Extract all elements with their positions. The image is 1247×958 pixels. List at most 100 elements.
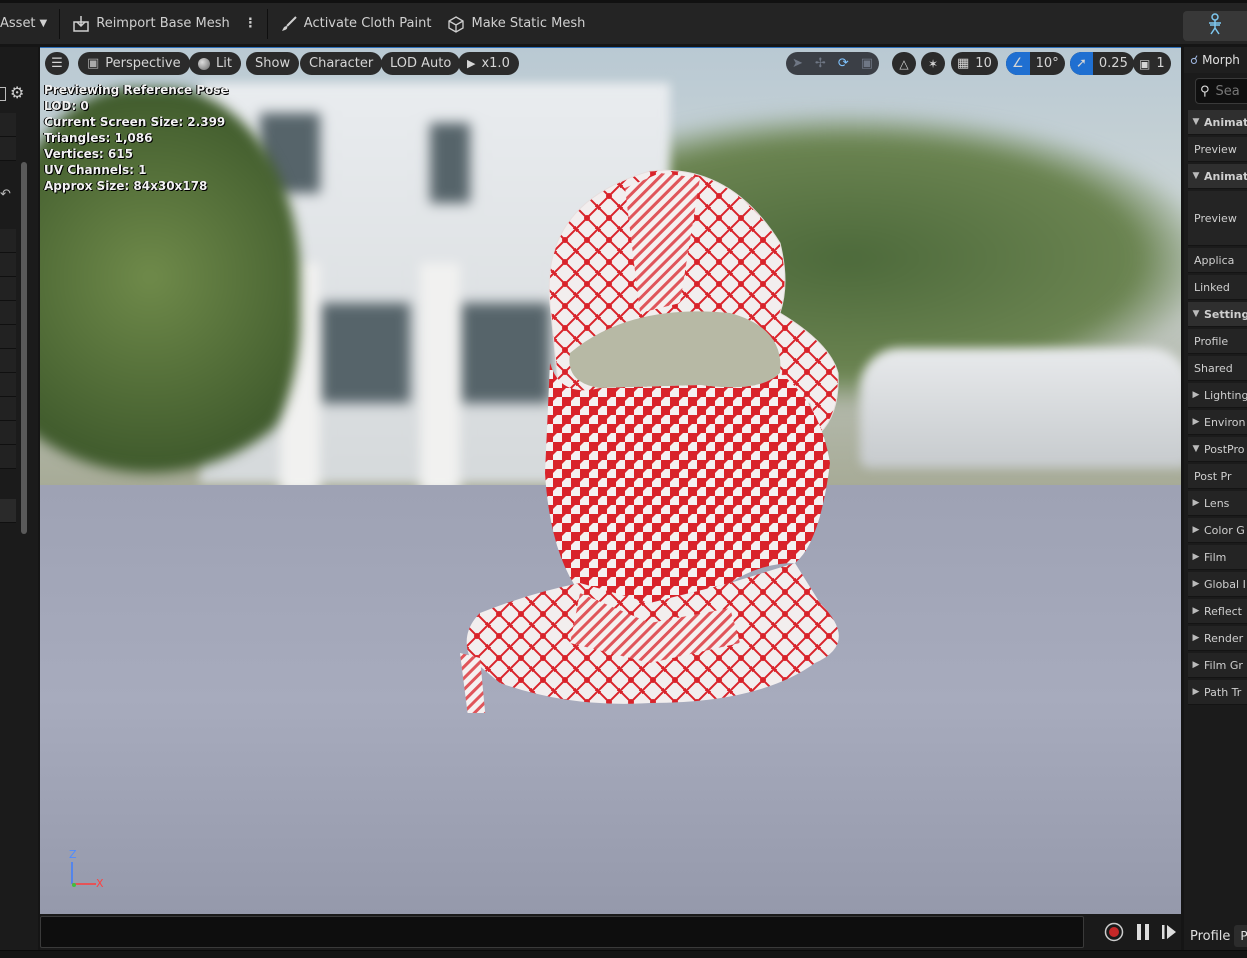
reimport-base-mesh-button[interactable]: Reimport Base Mesh	[64, 3, 238, 44]
expand-arrow-icon[interactable]: ▶	[1188, 525, 1204, 535]
asset-menu[interactable]: Asset ▼	[0, 3, 55, 44]
details-property-row[interactable]: Post Pr	[1188, 464, 1247, 489]
morph-target-tab[interactable]: ☌ Morph	[1184, 47, 1247, 73]
details-property-row[interactable]: Linked	[1188, 275, 1247, 300]
expand-arrow-icon[interactable]: ▶	[1188, 633, 1204, 643]
grid-snap-button[interactable]: ▦ 10	[951, 52, 998, 75]
left-panel-row[interactable]	[0, 277, 16, 301]
details-property-row[interactable]: ▶ Color G	[1188, 518, 1247, 543]
details-category-header[interactable]: ▼ Setting	[1188, 302, 1247, 327]
details-row-label: Render	[1204, 631, 1244, 645]
details-property-row[interactable]: ▶ Path Tr	[1188, 680, 1247, 705]
more-options-icon[interactable]: ⋮	[238, 3, 263, 44]
details-property-row[interactable]: ▶ Global I	[1188, 572, 1247, 597]
show-button[interactable]: Show	[246, 52, 300, 75]
details-property-row[interactable]: ▶ Film	[1188, 545, 1247, 570]
left-panel-row[interactable]	[0, 421, 16, 445]
expand-arrow-icon[interactable]: ▶	[1188, 606, 1204, 616]
left-panel-row[interactable]	[0, 113, 16, 137]
profile-dropdown[interactable]: Pr	[1234, 925, 1247, 947]
surface-snap-button[interactable]: ✶	[921, 52, 945, 75]
timeline-scrubber[interactable]	[40, 916, 1084, 948]
undo-icon[interactable]: ↶	[0, 187, 11, 202]
expand-arrow-icon[interactable]: ▶	[1188, 687, 1204, 697]
left-panel-row[interactable]	[0, 373, 16, 397]
rotation-snap-button[interactable]: ∠ 10°	[1006, 52, 1065, 75]
activate-cloth-paint-button[interactable]: Activate Cloth Paint	[272, 3, 440, 44]
left-panel-row[interactable]	[0, 137, 16, 161]
details-category-header[interactable]: ▼ Animat	[1188, 164, 1247, 189]
settings-gear-icon[interactable]: ⚙	[10, 83, 24, 102]
axis-z-label: Z	[69, 848, 77, 861]
record-button[interactable]	[1104, 922, 1124, 942]
skeleton-mode-button[interactable]	[1183, 11, 1247, 41]
collapse-arrow-icon[interactable]: ▼	[1188, 309, 1204, 319]
expand-arrow-icon[interactable]: ▶	[1188, 498, 1204, 508]
collapse-arrow-icon[interactable]: ▼	[1188, 117, 1204, 127]
camera-speed-button[interactable]: ▣ 1	[1133, 52, 1171, 75]
left-panel-row[interactable]	[0, 229, 16, 253]
camera-icon: ▣	[1139, 56, 1151, 71]
details-property-row[interactable]: ▶ Lighting	[1188, 383, 1247, 408]
select-icon[interactable]: ➤	[786, 52, 809, 75]
search-icon: ⚲	[1200, 83, 1210, 99]
expand-arrow-icon[interactable]: ▶	[1188, 552, 1204, 562]
perspective-button[interactable]: ▣ Perspective	[78, 52, 190, 75]
lit-button[interactable]: Lit	[189, 52, 241, 75]
details-row-label: Preview	[1194, 211, 1237, 225]
details-property-row[interactable]: ▶ Lens	[1188, 491, 1247, 516]
left-panel-row[interactable]	[0, 325, 16, 349]
details-property-row[interactable]: Shared	[1188, 356, 1247, 381]
translate-icon[interactable]: ✢	[809, 52, 832, 75]
scale-snap-button[interactable]: ➚ 0.25	[1070, 52, 1134, 75]
character-button[interactable]: Character	[300, 52, 383, 75]
collapse-arrow-icon[interactable]: ▼	[1188, 171, 1204, 181]
stat-line: Triangles: 1,086	[44, 131, 153, 145]
details-property-row[interactable]: ▶ Render	[1188, 626, 1247, 651]
stat-line: Approx Size: 84x30x178	[44, 179, 208, 193]
expand-arrow-icon[interactable]: ▶	[1188, 390, 1204, 400]
playback-speed-label: x1.0	[481, 56, 510, 71]
details-property-row[interactable]: ▶ Reflect	[1188, 599, 1247, 624]
left-panel-row[interactable]	[0, 499, 16, 523]
scale-icon[interactable]: ▣	[855, 52, 879, 75]
lod-button[interactable]: LOD Auto	[381, 52, 461, 75]
details-property-row[interactable]: Applica	[1188, 248, 1247, 273]
make-static-mesh-button[interactable]: Make Static Mesh	[439, 3, 593, 44]
left-panel-row[interactable]	[0, 397, 16, 421]
expand-arrow-icon[interactable]: ▶	[1188, 579, 1204, 589]
details-property-row[interactable]: Preview	[1188, 191, 1247, 246]
details-row-label: Profile	[1194, 334, 1229, 348]
details-property-row[interactable]: ▼ PostPro	[1188, 437, 1247, 462]
balaclava-mesh[interactable]	[400, 163, 850, 713]
expand-arrow-icon[interactable]: ▶	[1188, 660, 1204, 670]
toolbar-divider	[59, 8, 61, 39]
details-property-row[interactable]: ▶ Film Gr	[1188, 653, 1247, 678]
rotate-icon[interactable]: ⟳	[832, 52, 855, 75]
pause-button[interactable]	[1133, 922, 1153, 942]
expand-arrow-icon[interactable]: ▶	[1188, 417, 1204, 427]
details-property-row[interactable]: Profile	[1188, 329, 1247, 354]
transform-tools-group: ➤ ✢ ⟳ ▣	[786, 52, 880, 75]
left-panel-row[interactable]	[0, 445, 16, 469]
details-search-input[interactable]: ⚲ Sea	[1195, 78, 1247, 104]
viewport-options-button[interactable]: ☰	[45, 52, 69, 75]
details-row-label: Animat	[1204, 115, 1247, 129]
details-property-row[interactable]: Preview	[1188, 137, 1247, 162]
left-panel-scrollbar[interactable]	[21, 162, 27, 534]
left-panel-row[interactable]	[0, 301, 16, 325]
grid-icon[interactable]	[0, 87, 6, 101]
profile-selector[interactable]: Profile Pr	[1184, 923, 1247, 949]
left-panel: ⚙ ↶	[0, 47, 38, 958]
details-category-header[interactable]: ▼ Animat	[1188, 110, 1247, 135]
playback-speed-button[interactable]: ▶ x1.0	[458, 52, 519, 75]
step-forward-button[interactable]	[1159, 922, 1179, 942]
details-row-label: Film Gr	[1204, 658, 1243, 672]
left-panel-row[interactable]	[0, 253, 16, 277]
left-panel-row[interactable]	[0, 349, 16, 373]
details-property-row[interactable]: ▶ Environ	[1188, 410, 1247, 435]
local-space-button[interactable]: △	[892, 52, 916, 75]
preview-viewport[interactable]: ☰ ▣ Perspective Lit Show Character LOD A…	[40, 47, 1181, 914]
collapse-arrow-icon[interactable]: ▼	[1188, 444, 1204, 454]
details-row-label: Preview	[1194, 142, 1237, 156]
